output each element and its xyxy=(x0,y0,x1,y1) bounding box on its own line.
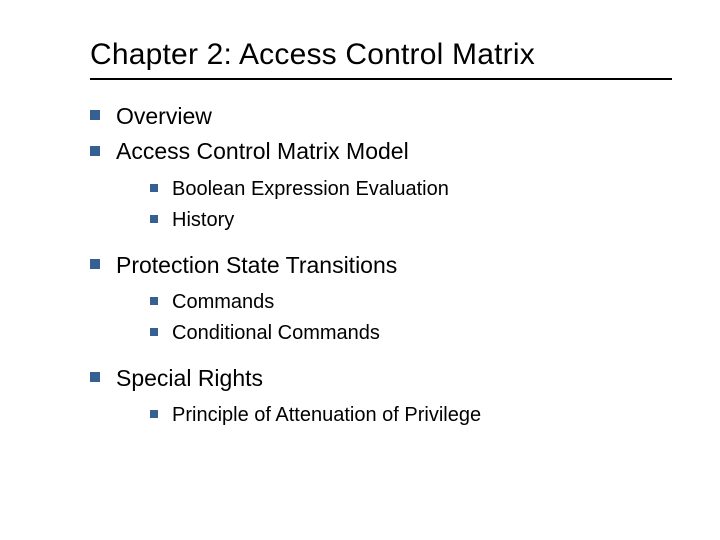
list-item: Principle of Attenuation of Privilege xyxy=(150,401,672,430)
list-item-label: History xyxy=(172,209,234,231)
list-item: Special Rights Principle of Attenuation … xyxy=(90,362,672,430)
list-item-label: Principle of Attenuation of Privilege xyxy=(172,404,481,426)
list-item: History xyxy=(150,206,672,235)
slide-title: Chapter 2: Access Control Matrix xyxy=(90,38,672,72)
list-item: Overview xyxy=(90,100,672,133)
slide: Chapter 2: Access Control Matrix Overvie… xyxy=(0,0,720,540)
list-item: Conditional Commands xyxy=(150,319,672,348)
list-item-label: Boolean Expression Evaluation xyxy=(172,178,449,200)
list-item: Access Control Matrix Model Boolean Expr… xyxy=(90,135,672,234)
list-item: Commands xyxy=(150,288,672,317)
list-item-label: Protection State Transitions xyxy=(116,252,397,278)
list-item-label: Conditional Commands xyxy=(172,322,380,344)
list-item: Boolean Expression Evaluation xyxy=(150,175,672,204)
outline-list: Overview Access Control Matrix Model Boo… xyxy=(90,100,672,430)
outline-sublist: Principle of Attenuation of Privilege xyxy=(150,401,672,430)
list-item-label: Commands xyxy=(172,291,274,313)
list-item-label: Access Control Matrix Model xyxy=(116,138,409,164)
outline-sublist: Boolean Expression Evaluation History xyxy=(150,175,672,235)
outline-sublist: Commands Conditional Commands xyxy=(150,288,672,348)
title-underline xyxy=(90,78,672,80)
list-item: Protection State Transitions Commands Co… xyxy=(90,249,672,348)
list-item-label: Overview xyxy=(116,103,212,129)
list-item-label: Special Rights xyxy=(116,365,263,391)
